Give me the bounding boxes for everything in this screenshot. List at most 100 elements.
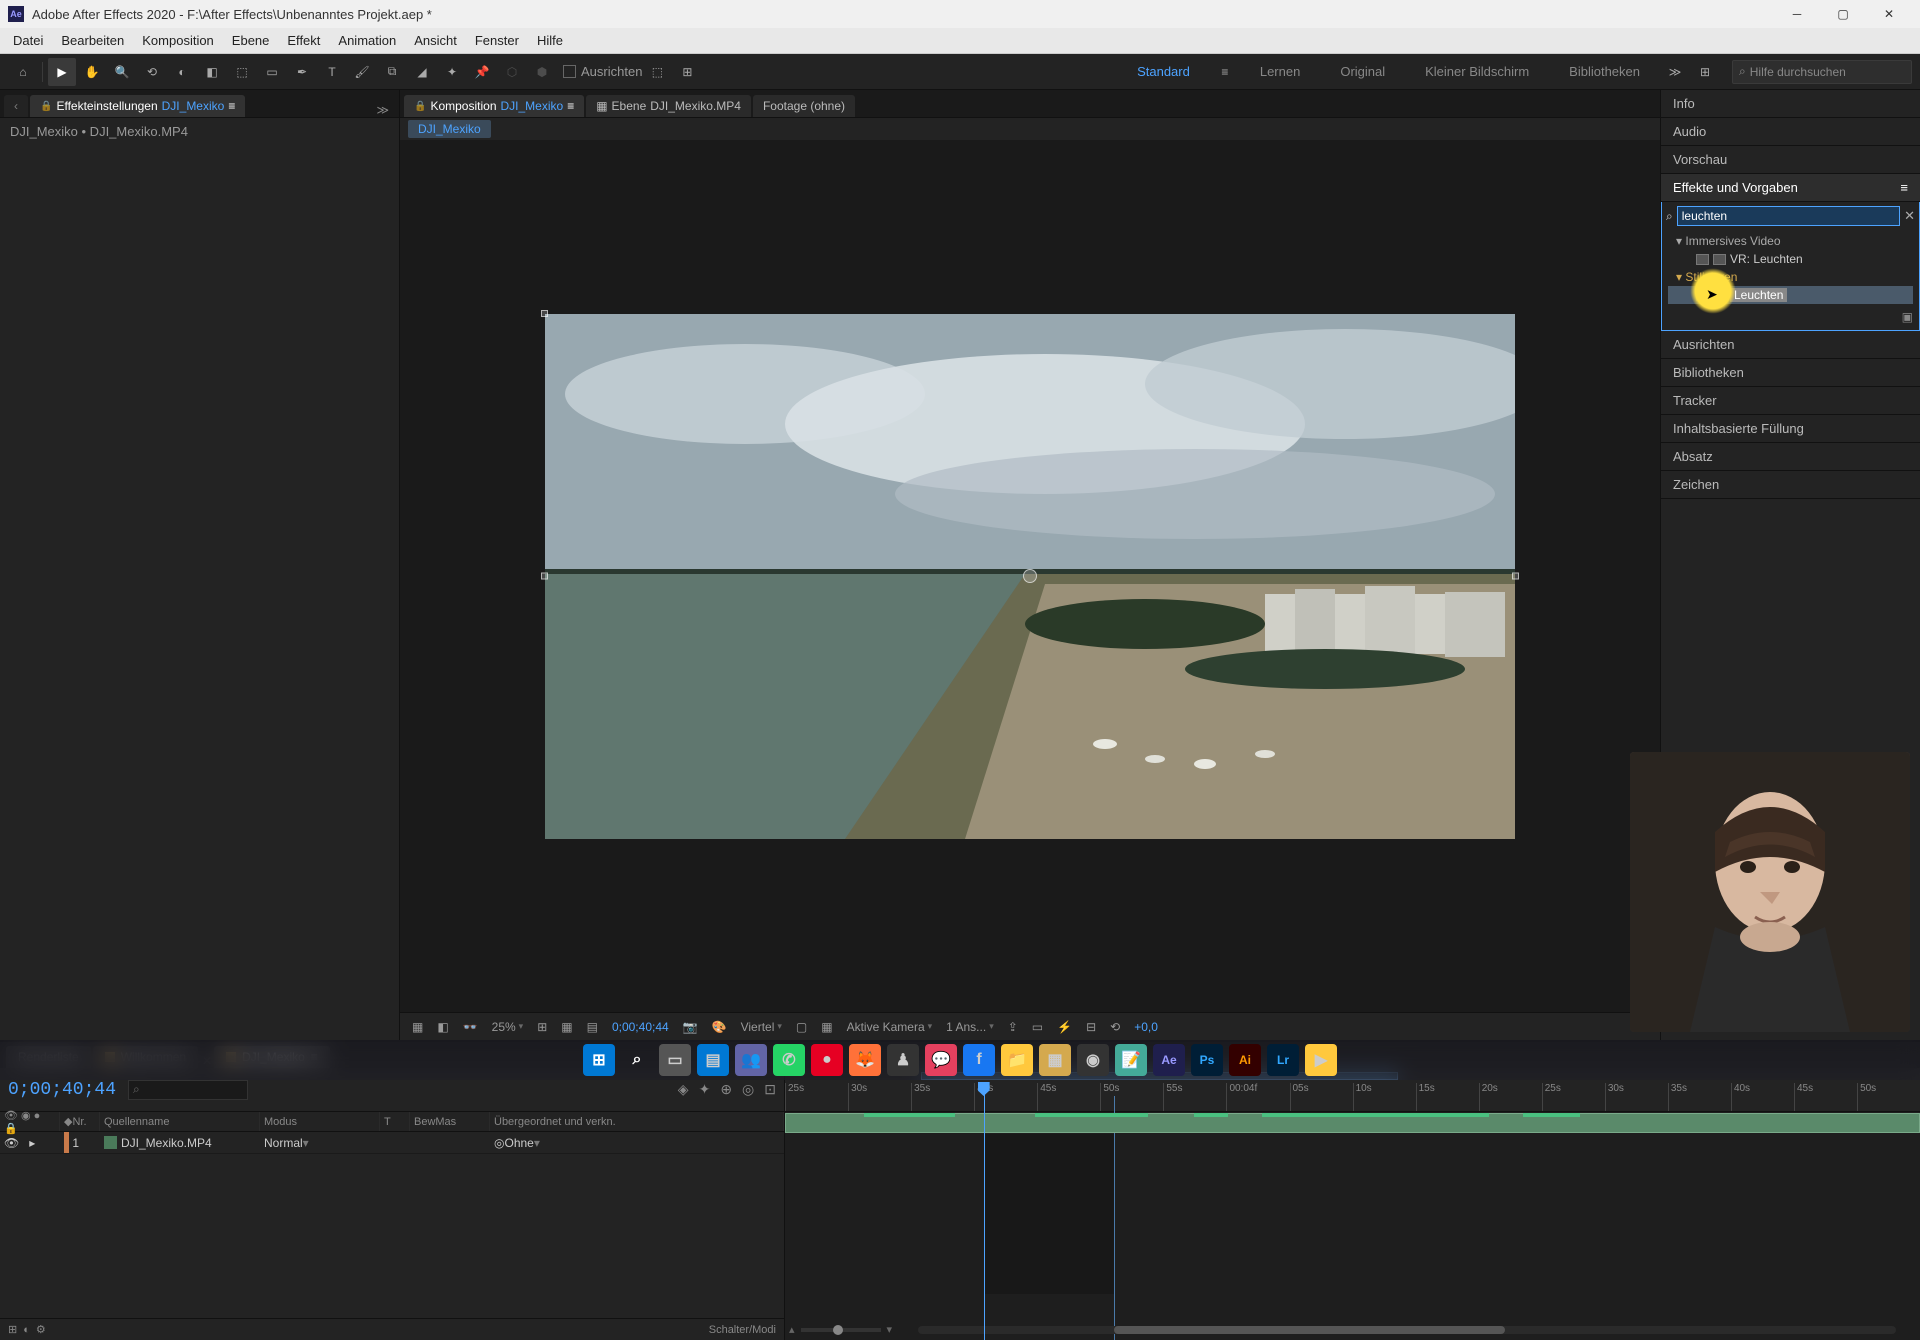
shape-tool-icon[interactable]: ▭ xyxy=(258,58,286,86)
lightroom-icon[interactable]: Lr xyxy=(1267,1044,1299,1076)
mesh2-icon[interactable]: ⬢ xyxy=(528,58,556,86)
after-effects-icon[interactable]: Ae xyxy=(1153,1044,1185,1076)
tl-icon[interactable]: ✦ xyxy=(699,1081,711,1098)
current-time[interactable]: 0;00;40;44 xyxy=(608,1020,673,1034)
workspace-menu-icon[interactable]: ≡ xyxy=(1211,58,1239,86)
menu-bearbeiten[interactable]: Bearbeiten xyxy=(52,28,133,53)
timeline-layer-row[interactable]: 👁 ▸ 1 DJI_Mexiko.MP4 Normal ▾ ◎ Ohne ▾ xyxy=(0,1132,784,1154)
whatsapp-icon[interactable]: ✆ xyxy=(773,1044,805,1076)
messenger-icon[interactable]: 💬 xyxy=(925,1044,957,1076)
snap-options-icon[interactable]: ⬚ xyxy=(643,58,671,86)
zoom-dropdown[interactable]: 25%▾ xyxy=(488,1020,528,1034)
camera-dropdown[interactable]: Aktive Kamera▾ xyxy=(843,1020,937,1034)
app-icon[interactable]: 📝 xyxy=(1115,1044,1147,1076)
playhead[interactable] xyxy=(984,1082,985,1340)
explorer-icon[interactable]: ▤ xyxy=(697,1044,729,1076)
tab-project[interactable]: ‹ xyxy=(4,95,28,117)
timeline-search-input[interactable]: ⌕ xyxy=(128,1080,248,1100)
workspace-kleiner[interactable]: Kleiner Bildschirm xyxy=(1405,54,1549,90)
tab-effect-controls[interactable]: 🔒 Effekteinstellungen DJI_Mexiko ≡ xyxy=(30,95,245,117)
search-icon[interactable]: ⌕ xyxy=(621,1044,653,1076)
tl-switch-icon[interactable]: ⊞ xyxy=(8,1323,17,1336)
timeline-icon[interactable]: ⊟ xyxy=(1082,1020,1100,1034)
selection-handle[interactable] xyxy=(541,310,548,317)
views-dropdown[interactable]: 1 Ans...▾ xyxy=(942,1020,998,1034)
channels-icon[interactable]: ◧ xyxy=(433,1020,452,1034)
workspace-bibliotheken[interactable]: Bibliotheken xyxy=(1549,54,1660,90)
snap-toggle[interactable]: Ausrichten xyxy=(563,64,642,79)
roto-tool-icon[interactable]: ✦ xyxy=(438,58,466,86)
tl-icon[interactable]: ◎ xyxy=(742,1081,754,1098)
flowchart-icon[interactable]: ⟲ xyxy=(1106,1020,1124,1034)
workspace-edit-icon[interactable]: ⊞ xyxy=(1691,58,1719,86)
pixel-aspect-icon[interactable]: ▭ xyxy=(1028,1020,1047,1034)
close-button[interactable]: ✕ xyxy=(1866,0,1912,28)
tab-menu-icon[interactable]: ≡ xyxy=(567,99,574,113)
guides-icon[interactable]: ▦ xyxy=(557,1020,576,1034)
share-icon[interactable]: ⇪ xyxy=(1004,1020,1022,1034)
panel-bibliotheken[interactable]: Bibliotheken xyxy=(1661,359,1920,387)
zoom-in-icon[interactable]: ▾ xyxy=(887,1323,893,1336)
transparency-icon[interactable]: ▦ xyxy=(817,1020,836,1034)
resolution-dropdown[interactable]: Viertel▾ xyxy=(737,1020,786,1034)
alpha-icon[interactable]: ▦ xyxy=(408,1020,427,1034)
puppet-tool-icon[interactable]: 📌 xyxy=(468,58,496,86)
orbit-tool-icon[interactable]: ⟲ xyxy=(138,58,166,86)
minimize-button[interactable]: ─ xyxy=(1774,0,1820,28)
zoom-out-icon[interactable]: ▴ xyxy=(789,1323,795,1336)
fx-item-vr-leuchten[interactable]: VR: Leuchten xyxy=(1668,250,1913,268)
composition-viewer[interactable] xyxy=(400,140,1660,1012)
tab-composition[interactable]: 🔒 Komposition DJI_Mexiko ≡ xyxy=(404,95,584,117)
workspace-lernen[interactable]: Lernen xyxy=(1240,54,1320,90)
obs-icon[interactable]: ◉ xyxy=(1077,1044,1109,1076)
tl-switch-icon[interactable]: ◐ xyxy=(23,1324,30,1336)
clone-tool-icon[interactable]: ⧉ xyxy=(378,58,406,86)
camera-tool-icon[interactable]: ◧ xyxy=(198,58,226,86)
grid-icon[interactable]: ⊞ xyxy=(533,1020,551,1034)
clear-search-icon[interactable]: ✕ xyxy=(1904,208,1915,224)
panel-inhaltsbasierte[interactable]: Inhaltsbasierte Füllung xyxy=(1661,415,1920,443)
app-icon[interactable]: ● xyxy=(811,1044,843,1076)
tab-layer[interactable]: ▦ Ebene DJI_Mexiko.MP4 xyxy=(586,95,751,117)
facebook-icon[interactable]: f xyxy=(963,1044,995,1076)
panel-audio[interactable]: Audio xyxy=(1661,118,1920,146)
tab-overflow-icon[interactable]: ≫ xyxy=(370,103,395,117)
comp-breadcrumb[interactable]: DJI_Mexiko xyxy=(408,120,491,138)
tl-switch-icon[interactable]: ⚙ xyxy=(36,1323,46,1336)
tl-icon[interactable]: ◈ xyxy=(678,1081,689,1098)
menu-ebene[interactable]: Ebene xyxy=(223,28,279,53)
menu-effekt[interactable]: Effekt xyxy=(278,28,329,53)
switches-modes-toggle[interactable]: Schalter/Modi xyxy=(709,1324,776,1336)
fx-group-immersive[interactable]: ▾ Immersives Video xyxy=(1668,232,1913,250)
app-icon[interactable]: ▶ xyxy=(1305,1044,1337,1076)
selection-tool-icon[interactable]: ▶ xyxy=(48,58,76,86)
selection-handle[interactable] xyxy=(541,573,548,580)
zoom-slider-handle[interactable] xyxy=(833,1325,843,1335)
effects-search-input[interactable] xyxy=(1677,206,1900,226)
roi-icon[interactable]: ▢ xyxy=(792,1020,811,1034)
color-mgmt-icon[interactable]: 🎨 xyxy=(708,1020,731,1034)
panel-menu-icon[interactable]: ≡ xyxy=(1900,180,1908,195)
menu-hilfe[interactable]: Hilfe xyxy=(528,28,572,53)
illustrator-icon[interactable]: Ai xyxy=(1229,1044,1261,1076)
selection-handle[interactable] xyxy=(1512,573,1519,580)
tab-menu-icon[interactable]: ≡ xyxy=(228,99,235,113)
panel-absatz[interactable]: Absatz xyxy=(1661,443,1920,471)
workspace-standard[interactable]: Standard xyxy=(1117,54,1210,90)
new-bin-icon[interactable]: ▣ xyxy=(1668,310,1913,324)
menu-animation[interactable]: Animation xyxy=(329,28,405,53)
fast-preview-icon[interactable]: ⚡ xyxy=(1053,1020,1076,1034)
exposure-value[interactable]: +0,0 xyxy=(1130,1020,1162,1034)
ruler-icon[interactable]: ▤ xyxy=(583,1020,602,1034)
snapshot-icon[interactable]: 📷 xyxy=(679,1020,702,1034)
teams-icon[interactable]: 👥 xyxy=(735,1044,767,1076)
fx-group-stilisieren[interactable]: ▾ Stilisieren xyxy=(1668,268,1913,286)
help-search-input[interactable]: ⌕ Hilfe durchsuchen xyxy=(1732,60,1912,84)
panel-vorschau[interactable]: Vorschau xyxy=(1661,146,1920,174)
maximize-button[interactable]: ▢ xyxy=(1820,0,1866,28)
menu-datei[interactable]: Datei xyxy=(4,28,52,53)
tab-footage[interactable]: Footage (ohne) xyxy=(753,95,855,117)
type-tool-icon[interactable]: T xyxy=(318,58,346,86)
pan-behind-tool-icon[interactable]: ⬚ xyxy=(228,58,256,86)
tl-icon[interactable]: ⊕ xyxy=(720,1081,732,1098)
